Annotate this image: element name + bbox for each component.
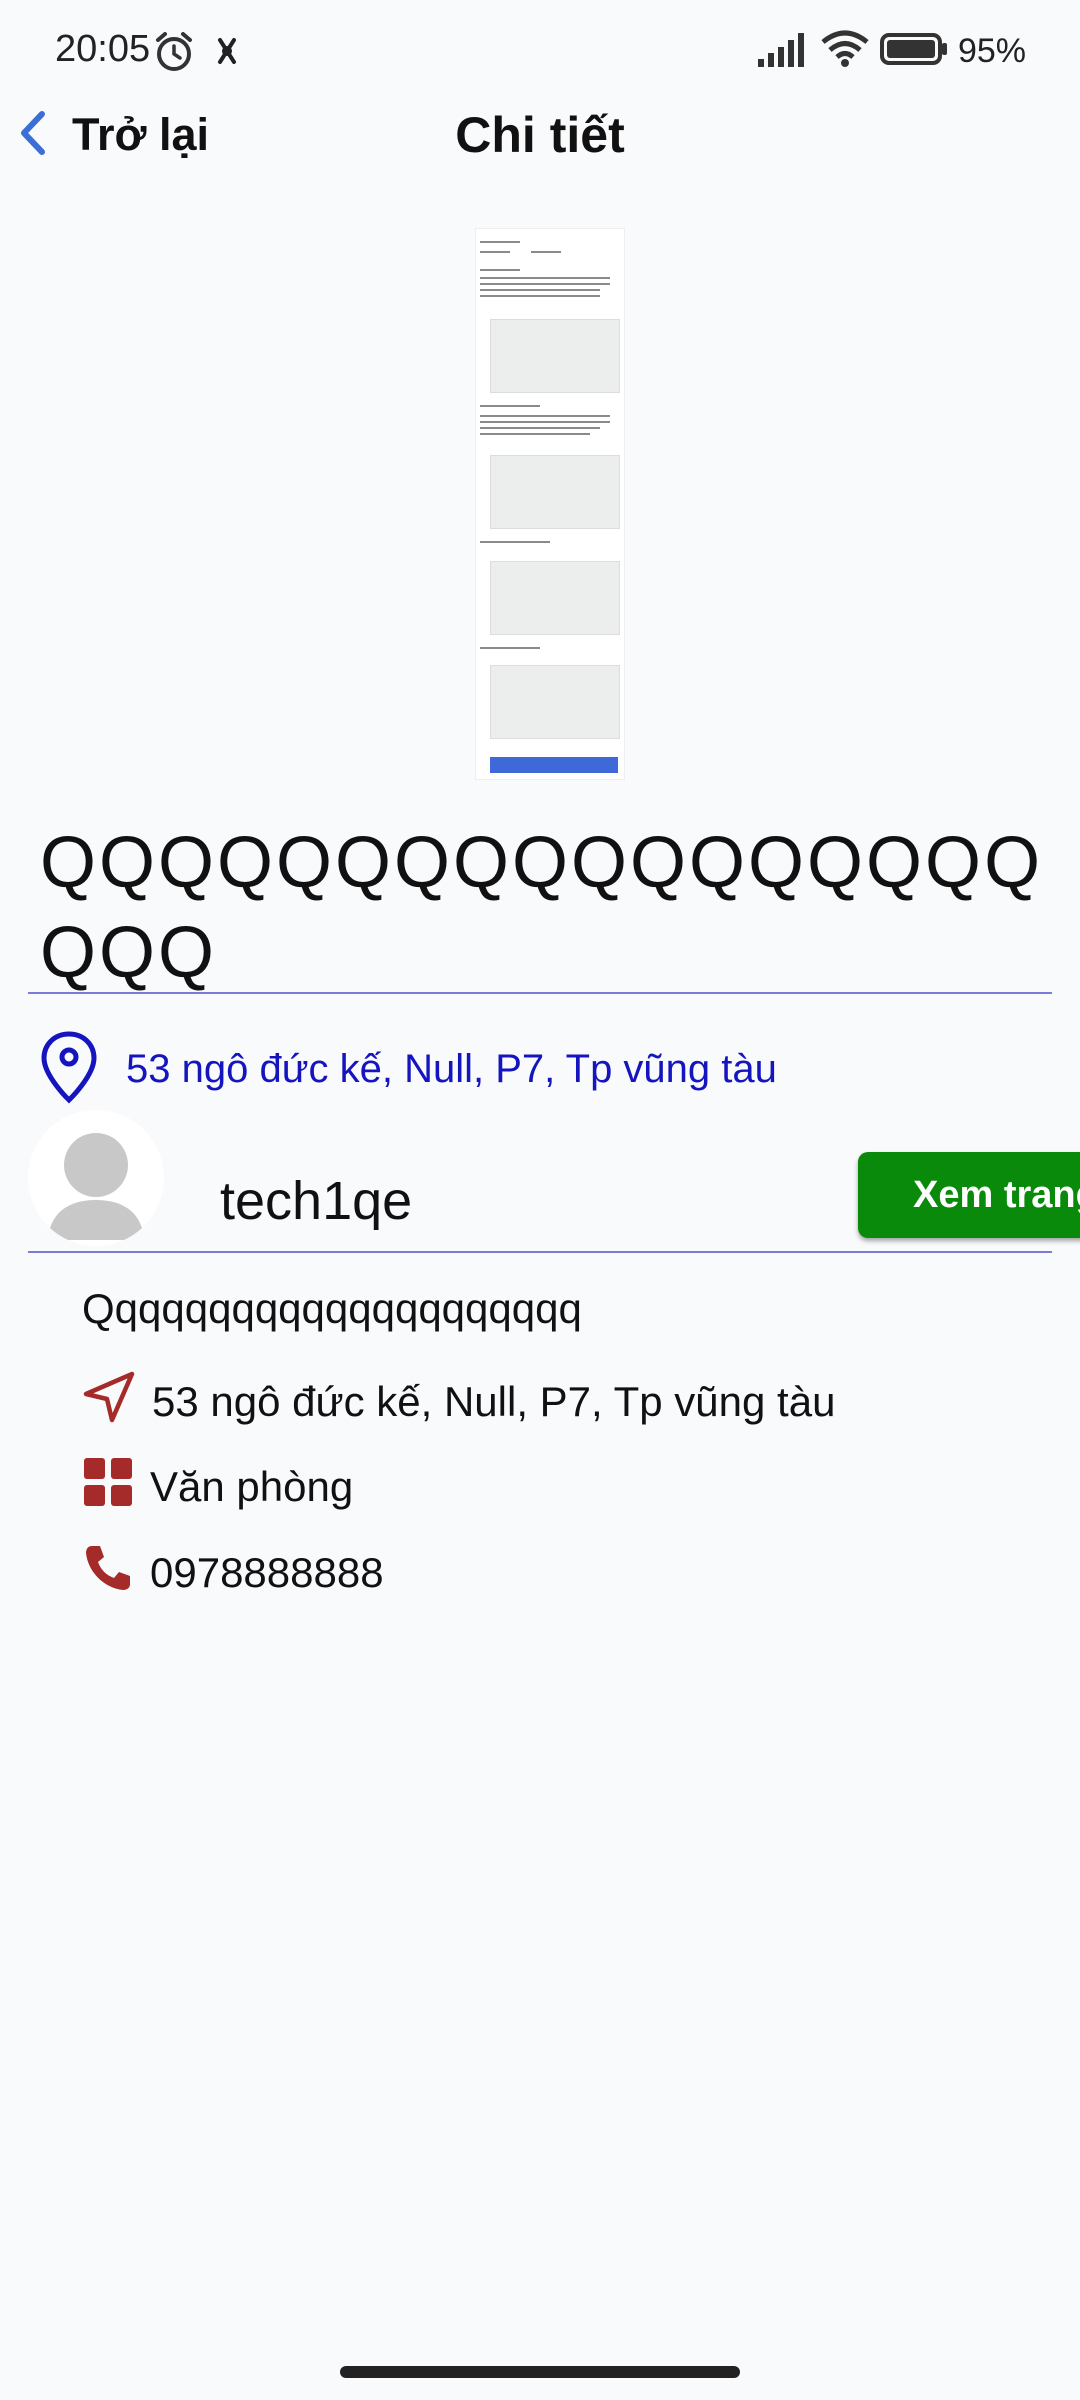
detail-phone: 0978888888 — [150, 1549, 384, 1596]
divider — [28, 992, 1052, 994]
navigation-arrow-icon — [82, 1370, 136, 1434]
chevron-left-icon — [14, 108, 50, 163]
detail-phone-row[interactable]: 0978888888 — [82, 1542, 384, 1604]
listing-title: QQQQQQQQQQQQQQQQQQQQ — [40, 823, 1044, 993]
detail-category-row: Văn phòng — [82, 1456, 353, 1518]
grid-icon — [82, 1456, 134, 1518]
back-button[interactable]: Trở lại — [14, 100, 209, 170]
signal-icon — [757, 31, 810, 72]
wifi-icon — [820, 30, 870, 73]
alarm-icon — [152, 30, 196, 79]
listing-location[interactable]: 53 ngô đức kế, Null, P7, Tp vũng tàu — [40, 1030, 777, 1109]
avatar[interactable] — [28, 1110, 164, 1246]
seller-name: tech1qe — [220, 1171, 413, 1231]
phone-icon — [82, 1542, 134, 1604]
battery-percentage: 95% — [957, 32, 1026, 70]
app-notification-icon — [212, 34, 242, 73]
view-profile-button[interactable]: Xem trang — [858, 1152, 1080, 1238]
detail-address-row: 53 ngô đức kế, Null, P7, Tp vũng tàu — [82, 1370, 835, 1434]
battery-icon — [879, 32, 948, 71]
detail-category: Văn phòng — [150, 1463, 354, 1510]
description-text: Qqqqqqqqqqqqqqqqqqqqq — [82, 1285, 582, 1332]
listing-image[interactable] — [475, 228, 625, 780]
home-indicator[interactable] — [340, 2366, 740, 2378]
divider — [28, 1251, 1052, 1253]
map-pin-icon — [40, 1030, 98, 1109]
detail-address: 53 ngô đức kế, Null, P7, Tp vũng tàu — [152, 1378, 836, 1425]
status-time: 20:05 — [55, 28, 151, 70]
back-label: Trở lại — [72, 109, 210, 160]
location-text: 53 ngô đức kế, Null, P7, Tp vũng tàu — [126, 1047, 777, 1091]
